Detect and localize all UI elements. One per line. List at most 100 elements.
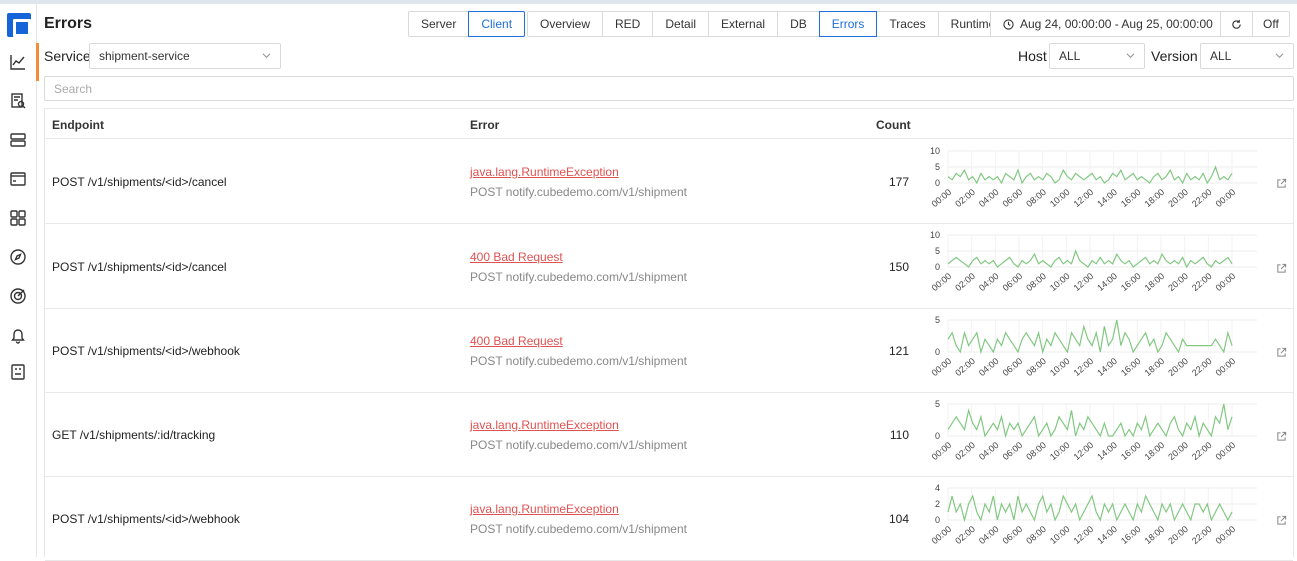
server-icon[interactable] [8, 130, 28, 150]
browser-window-icon[interactable] [8, 169, 28, 189]
document-search-icon[interactable] [8, 91, 28, 111]
error-link[interactable]: 400 Bad Request [470, 334, 563, 348]
report-icon[interactable] [8, 362, 28, 382]
host-select[interactable]: ALL [1049, 43, 1145, 69]
tab-overview[interactable]: Overview [527, 11, 604, 37]
x-tick-label: 14:00 [1095, 271, 1119, 293]
x-tick-label: 18:00 [1143, 187, 1167, 209]
x-tick-label: 02:00 [953, 187, 977, 209]
y-tick-label: 0 [935, 347, 940, 357]
table-row[interactable]: POST /v1/shipments/<id>/webhook java.lang… [45, 477, 1293, 561]
x-tick-label: 04:00 [977, 187, 1001, 209]
external-link-icon[interactable] [1276, 431, 1287, 442]
host-label: Host [1018, 48, 1047, 64]
target-icon[interactable] [8, 286, 28, 306]
table-row[interactable]: GET /v1/shipments/:id/tracking java.lang.… [45, 393, 1293, 477]
x-tick-label: 12:00 [1072, 187, 1096, 209]
column-error[interactable]: Error [470, 118, 499, 132]
y-tick-label: 5 [935, 315, 940, 325]
endpoint-cell: POST /v1/shipments/<id>/cancel [52, 175, 227, 189]
error-sparkline[interactable]: 5000:00 02:00 04:00 06:00 08:00 10:00 12:00 14:… [915, 312, 1260, 392]
y-tick-label: 10 [930, 230, 940, 240]
x-tick-label: 12:00 [1072, 356, 1096, 378]
x-tick-label: 06:00 [1001, 356, 1025, 378]
version-label: Version [1151, 48, 1198, 64]
x-tick-label: 16:00 [1119, 187, 1143, 209]
x-tick-label: 16:00 [1119, 524, 1143, 546]
error-sparkline[interactable]: 42000:00 02:00 04:00 06:00 08:00 10:00 12:00 14… [915, 480, 1260, 560]
column-endpoint[interactable]: Endpoint [52, 118, 104, 132]
endpoint-cell: POST /v1/shipments/<id>/webhook [52, 512, 240, 526]
count-cell: 177 [888, 175, 909, 189]
x-tick-label: 02:00 [953, 271, 977, 293]
error-target: POST notify.cubedemo.com/v1/shipment [470, 269, 687, 284]
auto-refresh-toggle[interactable]: Off [1252, 11, 1290, 37]
external-link-icon[interactable] [1276, 347, 1287, 358]
table-header: Endpoint Error Count [45, 109, 1293, 139]
x-tick-label: 22:00 [1190, 187, 1214, 209]
dashboard-grid-icon[interactable] [8, 208, 28, 228]
external-link-icon[interactable] [1276, 178, 1287, 189]
error-sparkline[interactable]: 105000:00 02:00 04:00 06:00 08:00 10:00 12:00 1… [915, 227, 1260, 307]
x-tick-label: 04:00 [977, 524, 1001, 546]
error-sparkline[interactable]: 105000:00 02:00 04:00 06:00 08:00 10:00 12:00 1… [915, 143, 1260, 223]
x-tick-label: 10:00 [1048, 440, 1072, 462]
x-tick-label: 00:00 [1214, 356, 1238, 378]
bell-icon[interactable] [8, 325, 28, 345]
x-tick-label: 06:00 [1001, 187, 1025, 209]
x-tick-label: 20:00 [1166, 524, 1190, 546]
time-range-group: Aug 24, 00:00:00 - Aug 25, 00:00:00 [990, 11, 1226, 37]
external-link-icon[interactable] [1276, 515, 1287, 526]
error-link[interactable]: java.lang.RuntimeException [470, 418, 619, 432]
error-link[interactable]: 400 Bad Request [470, 250, 563, 264]
host-value: ALL [1059, 49, 1081, 63]
error-target: POST notify.cubedemo.com/v1/shipment [470, 185, 687, 199]
error-target: POST notify.cubedemo.com/v1/shipment [470, 438, 687, 452]
table-row[interactable]: POST /v1/shipments/<id>/cancel 400 Bad Re… [45, 224, 1293, 309]
search-input[interactable]: Search [44, 76, 1294, 101]
error-link[interactable]: java.lang.RuntimeException [470, 502, 619, 516]
x-tick-label: 00:00 [930, 187, 954, 209]
y-tick-label: 0 [935, 262, 940, 272]
sidebar [0, 4, 37, 557]
x-tick-label: 08:00 [1024, 524, 1048, 546]
x-tick-label: 10:00 [1048, 271, 1072, 293]
refresh-button[interactable] [1220, 11, 1253, 37]
tab-detail[interactable]: Detail [652, 11, 710, 37]
trend-chart-icon[interactable] [8, 52, 28, 72]
error-link[interactable]: java.lang.RuntimeException [470, 165, 619, 179]
service-select[interactable]: shipment-service [89, 43, 281, 69]
error-target: POST notify.cubedemo.com/v1/shipment [470, 354, 687, 368]
x-tick-label: 12:00 [1072, 271, 1096, 293]
compass-icon[interactable] [8, 247, 28, 267]
tab-client[interactable]: Client [468, 11, 526, 37]
x-tick-label: 22:00 [1190, 524, 1214, 546]
x-tick-label: 06:00 [1001, 440, 1025, 462]
table-row[interactable]: POST /v1/shipments/<id>/cancel java.lang.… [45, 140, 1293, 224]
errors-table: Endpoint Error Count POST /v1/shipments/… [44, 108, 1294, 561]
time-range-button[interactable]: Aug 24, 00:00:00 - Aug 25, 00:00:00 [990, 11, 1226, 37]
x-tick-label: 00:00 [1214, 440, 1238, 462]
tab-db[interactable]: DB [777, 11, 820, 37]
error-sparkline[interactable]: 5000:00 02:00 04:00 06:00 08:00 10:00 12:00 14:… [915, 396, 1260, 476]
tab-errors[interactable]: Errors [818, 11, 878, 37]
external-link-icon[interactable] [1276, 263, 1287, 274]
tab-external[interactable]: External [708, 11, 779, 37]
tab-server[interactable]: Server [408, 11, 470, 37]
x-tick-label: 14:00 [1095, 356, 1119, 378]
y-tick-label: 5 [935, 399, 940, 409]
tab-red[interactable]: RED [602, 11, 654, 37]
x-tick-label: 14:00 [1095, 440, 1119, 462]
column-count[interactable]: Count [876, 118, 911, 132]
x-tick-label: 18:00 [1143, 271, 1167, 293]
x-tick-label: 00:00 [930, 440, 954, 462]
x-tick-label: 22:00 [1190, 356, 1214, 378]
tab-traces[interactable]: Traces [876, 11, 939, 37]
app-logo-icon[interactable] [7, 13, 31, 37]
version-select[interactable]: ALL [1200, 43, 1294, 69]
refresh-group: Off [1220, 11, 1290, 37]
table-row[interactable]: POST /v1/shipments/<id>/webhook 400 Bad R… [45, 309, 1293, 393]
x-tick-label: 02:00 [953, 356, 977, 378]
x-tick-label: 20:00 [1166, 187, 1190, 209]
x-tick-label: 10:00 [1048, 356, 1072, 378]
